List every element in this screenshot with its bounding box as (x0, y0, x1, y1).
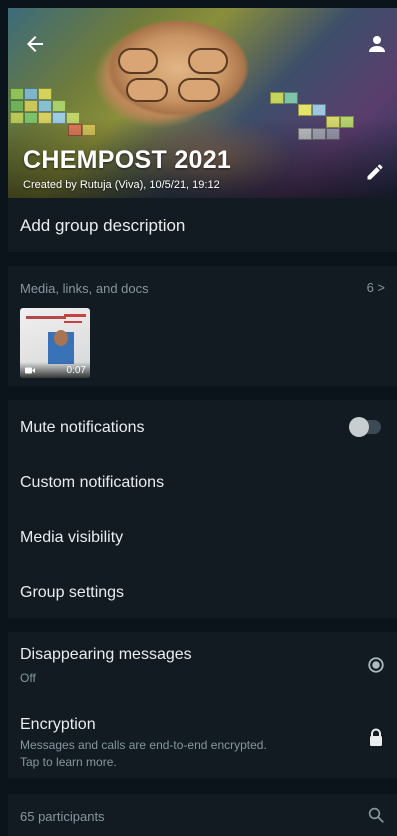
mute-notifications-row[interactable]: Mute notifications (8, 400, 397, 454)
header-art-tile (284, 92, 298, 104)
back-arrow-icon[interactable] (22, 32, 48, 56)
group-settings-label: Group settings (20, 584, 125, 601)
participants-count: 65 participants (20, 809, 105, 824)
thumbnail-art (64, 314, 86, 317)
media-thumbnail[interactable]: 0:07 (20, 308, 90, 378)
custom-notifications-label: Custom notifications (20, 474, 165, 491)
header-art-tile (38, 88, 52, 100)
search-icon[interactable] (367, 806, 385, 824)
header-art-tile (10, 100, 24, 112)
group-name: CHEMPOST 2021 (23, 146, 232, 174)
header-art-tile (24, 100, 38, 112)
add-description-label: Add group description (20, 216, 186, 235)
encryption-description-line2: Tap to learn more. (20, 755, 117, 769)
section-divider (8, 618, 397, 632)
group-created-by: Created by Rutuja (Viva), 10/5/21, 19:12 (23, 179, 220, 191)
toggle-knob (349, 417, 369, 437)
group-header-image[interactable]: CHEMPOST 2021 Created by Rutuja (Viva), … (8, 8, 397, 198)
privacy-section: Disappearing messages Off Encryption Mes… (8, 632, 397, 778)
section-divider (8, 386, 397, 400)
section-divider (8, 778, 397, 794)
lock-icon (370, 728, 382, 746)
notification-settings-section: Mute notifications Custom notifications … (8, 400, 397, 618)
header-art-tile (52, 100, 66, 112)
mute-notifications-label: Mute notifications (20, 419, 145, 436)
header-art-tile (270, 92, 284, 104)
disappearing-messages-label: Disappearing messages (20, 646, 192, 663)
header-art-tile (312, 104, 326, 116)
media-section-title: Media, links, and docs (20, 281, 149, 296)
header-art-tile (38, 100, 52, 112)
media-visibility-row[interactable]: Media visibility (8, 510, 397, 564)
header-art-finger (188, 48, 228, 74)
header-art-finger (118, 48, 158, 74)
add-participant-icon[interactable] (365, 32, 389, 56)
group-description-row[interactable]: Add group description (8, 198, 397, 252)
participants-section: 65 participants (8, 794, 397, 836)
edit-pencil-icon[interactable] (365, 162, 385, 182)
thumbnail-art (64, 321, 82, 323)
header-art-tile (298, 104, 312, 116)
thumbnail-art (26, 316, 66, 319)
disappearing-messages-value: Off (20, 671, 36, 685)
section-divider (8, 252, 397, 266)
mute-notifications-toggle[interactable] (349, 417, 381, 437)
header-art-tile (10, 88, 24, 100)
encryption-row[interactable]: Encryption Messages and calls are end-to… (8, 702, 397, 778)
encryption-description-line1: Messages and calls are end-to-end encryp… (20, 738, 267, 752)
disappearing-messages-row[interactable]: Disappearing messages Off (8, 632, 397, 698)
video-duration: 0:07 (66, 365, 86, 376)
header-art-tile (24, 88, 38, 100)
header-art-finger (126, 78, 168, 102)
media-count-link[interactable]: 6 > (367, 280, 385, 295)
media-links-docs-section[interactable]: Media, links, and docs 6 > 0:07 (8, 266, 397, 386)
custom-notifications-row[interactable]: Custom notifications (8, 455, 397, 509)
header-art-finger (178, 78, 220, 102)
group-settings-row[interactable]: Group settings (8, 565, 397, 619)
media-visibility-label: Media visibility (20, 529, 124, 546)
timer-icon (368, 657, 384, 673)
video-camera-icon (25, 367, 35, 374)
encryption-label: Encryption (20, 716, 96, 733)
thumbnail-art (54, 330, 68, 346)
